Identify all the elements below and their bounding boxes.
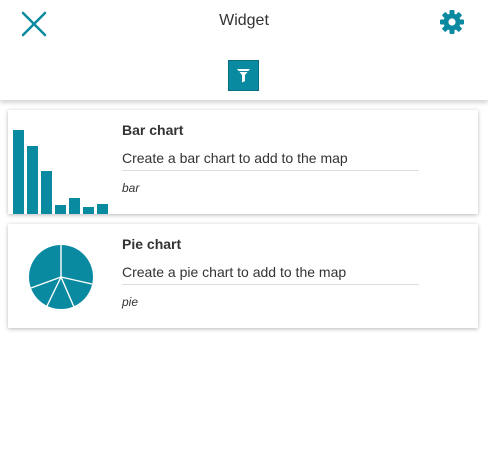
widget-tag: pie	[122, 295, 139, 309]
header: Widget	[0, 0, 488, 100]
settings-button[interactable]	[438, 8, 466, 36]
widget-title: Bar chart	[122, 122, 184, 138]
pie-chart-thumbnail	[12, 224, 114, 328]
widget-card-pie-chart[interactable]: Pie chart Create a pie chart to add to t…	[8, 224, 478, 328]
filter-button[interactable]	[228, 60, 259, 91]
gear-icon	[440, 10, 464, 34]
widget-card-bar-chart[interactable]: Bar chart Create a bar chart to add to t…	[8, 110, 478, 214]
pie-chart-icon	[29, 245, 93, 309]
page-title: Widget	[219, 12, 269, 29]
bar-chart-icon	[13, 130, 108, 214]
widget-description: Create a bar chart to add to the map	[122, 150, 419, 171]
bar-chart-thumbnail	[12, 110, 114, 214]
widget-description: Create a pie chart to add to the map	[122, 264, 419, 285]
widget-title: Pie chart	[122, 236, 182, 252]
widget-tag: bar	[122, 181, 140, 195]
filter-icon	[237, 69, 250, 83]
